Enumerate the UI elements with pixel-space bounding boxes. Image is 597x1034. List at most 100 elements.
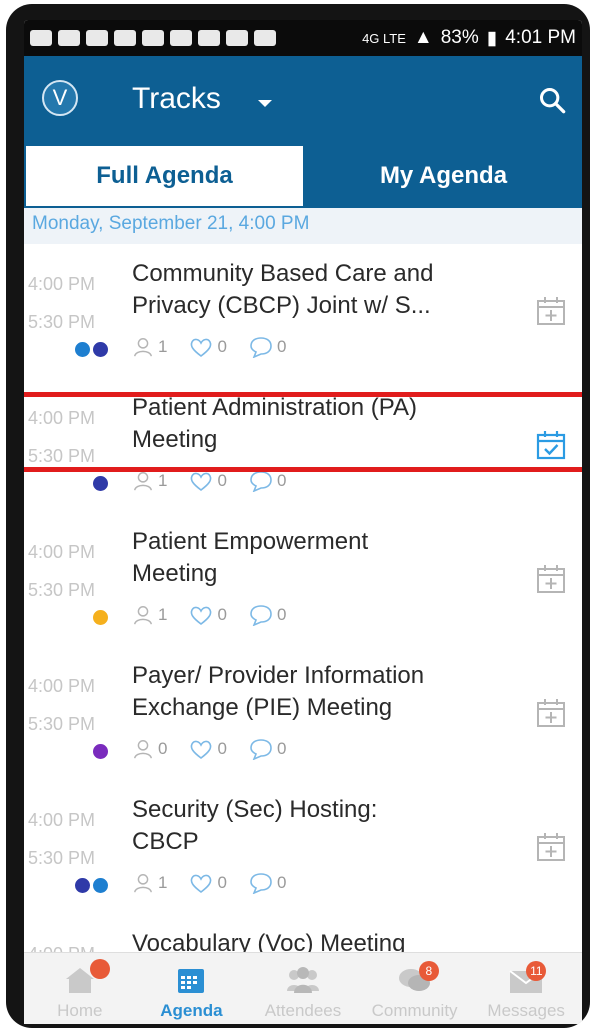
phone-frame: 4G LTE ▲ 83% ▮ 4:01 PM V Tracks Full Age… <box>6 4 590 1028</box>
screen: 4G LTE ▲ 83% ▮ 4:01 PM V Tracks Full Age… <box>24 20 582 1024</box>
heart-icon <box>191 740 212 760</box>
session-title-line: Security (Sec) Hosting: <box>132 796 378 823</box>
comments-stat[interactable]: 0 <box>249 470 286 492</box>
session-title: Security (Sec) Hosting: CBCP <box>132 794 492 858</box>
app-bar: V Tracks <box>24 56 582 144</box>
dropdown-caret-icon[interactable] <box>258 100 272 107</box>
session-stats: 1 0 0 <box>132 604 286 626</box>
session-title-line: CBCP <box>132 828 199 855</box>
comment-icon <box>250 337 272 358</box>
notification-dot <box>90 959 110 979</box>
clock: 4:01 PM <box>505 27 576 48</box>
session-item[interactable]: 4:00 PM 5:30 PM Payer/ Provider Informat… <box>24 646 582 780</box>
session-item[interactable]: 4:00 PM 5:30 PM Community Based Care and… <box>24 244 582 378</box>
comments-stat[interactable]: 0 <box>249 604 286 626</box>
likes-stat[interactable]: 0 <box>189 336 227 358</box>
comments-count: 0 <box>276 873 287 892</box>
end-time: 5:30 PM <box>28 446 96 466</box>
session-stats: 1 0 0 <box>132 336 286 358</box>
nav-label: Community <box>371 1001 458 1020</box>
session-item[interactable]: 4:00 PM 5:30 PM Security (Sec) Hosting: … <box>24 780 582 914</box>
page-title[interactable]: Tracks <box>132 82 221 116</box>
session-title: Patient Administration (PA) Meeting <box>132 392 492 456</box>
community-badge: 8 <box>418 961 439 981</box>
battery-icon: ▮ <box>486 27 498 49</box>
start-time: 4:00 PM <box>28 810 96 830</box>
likes-stat[interactable]: 0 <box>189 738 227 760</box>
add-to-calendar-icon[interactable] <box>536 296 566 326</box>
track-dots <box>72 342 108 357</box>
session-title: Community Based Care and Privacy (CBCP) … <box>132 258 492 322</box>
nav-attendees[interactable]: Attendees <box>247 953 359 1024</box>
people-icon <box>286 967 319 993</box>
session-title: Patient Empowerment Meeting <box>132 526 492 590</box>
session-title-line: Payer/ Provider Information <box>132 662 425 689</box>
attendees-count: 1 <box>158 337 168 356</box>
track-dot <box>93 476 108 491</box>
tab-full-agenda[interactable]: Full Agenda <box>24 144 305 208</box>
comments-stat[interactable]: 0 <box>249 872 286 894</box>
nav-label: Agenda <box>160 1001 223 1020</box>
nav-messages[interactable]: 11 Messages <box>470 953 582 1024</box>
heart-icon <box>191 338 212 358</box>
person-icon <box>134 874 152 893</box>
start-time: 4:00 PM <box>28 676 96 696</box>
track-dots <box>72 878 108 893</box>
notification-icon <box>226 30 248 46</box>
notification-icon <box>86 30 108 46</box>
comments-stat[interactable]: 0 <box>249 336 286 358</box>
comments-stat[interactable]: 0 <box>249 738 286 760</box>
attendees-count: 1 <box>158 605 168 624</box>
app-logo[interactable]: V <box>42 80 78 116</box>
end-time: 5:30 PM <box>28 714 96 734</box>
session-item[interactable]: 4:00 PM 5:30 PM Patient Administration (… <box>24 378 582 512</box>
likes-count: 0 <box>217 873 227 892</box>
session-stats: 1 0 0 <box>132 872 286 894</box>
session-title-line: Meeting <box>132 426 218 453</box>
attendees-stat: 1 <box>132 604 167 626</box>
likes-count: 0 <box>217 471 227 490</box>
attendees-stat: 1 <box>132 470 167 492</box>
add-to-calendar-icon[interactable] <box>536 564 566 594</box>
notification-icon <box>142 30 164 46</box>
start-time: 4:00 PM <box>28 408 96 428</box>
track-dots <box>72 476 108 491</box>
status-bar: 4G LTE ▲ 83% ▮ 4:01 PM <box>24 20 582 56</box>
search-icon[interactable] <box>538 86 566 114</box>
session-item[interactable]: 4:00 PM 5:30 PM Patient Empowerment Meet… <box>24 512 582 646</box>
track-dot <box>93 744 108 759</box>
agenda-tabs: Full Agenda My Agenda <box>24 144 582 208</box>
notification-icon <box>30 30 52 46</box>
added-to-calendar-icon[interactable] <box>536 430 566 460</box>
likes-stat[interactable]: 0 <box>189 604 227 626</box>
likes-stat[interactable]: 0 <box>189 470 227 492</box>
track-dot <box>75 342 90 357</box>
tab-my-agenda[interactable]: My Agenda <box>305 144 582 208</box>
comment-icon <box>250 605 272 626</box>
nav-agenda[interactable]: Agenda <box>136 953 248 1024</box>
track-dots <box>72 744 108 759</box>
track-dot <box>93 878 108 893</box>
start-time: 4:00 PM <box>28 274 96 294</box>
likes-stat[interactable]: 0 <box>189 872 227 894</box>
comments-count: 0 <box>276 739 287 758</box>
track-dot <box>75 878 90 893</box>
comments-count: 0 <box>276 471 287 490</box>
comment-icon <box>250 471 272 492</box>
attendees-stat: 1 <box>132 336 167 358</box>
likes-count: 0 <box>217 337 227 356</box>
nav-label: Messages <box>487 1001 565 1020</box>
session-stats: 0 0 0 <box>132 738 286 760</box>
session-title-line: Exchange (PIE) Meeting <box>132 694 393 721</box>
nav-community[interactable]: 8 Community <box>359 953 471 1024</box>
person-icon <box>134 338 152 357</box>
add-to-calendar-icon[interactable] <box>536 832 566 862</box>
add-to-calendar-icon[interactable] <box>536 698 566 728</box>
heart-icon <box>191 606 212 626</box>
session-list: 4:00 PM 5:30 PM Community Based Care and… <box>24 244 582 1024</box>
heart-icon <box>191 874 212 894</box>
session-title-line: Patient Administration (PA) <box>132 394 418 421</box>
notification-icon <box>58 30 80 46</box>
nav-home[interactable]: Home <box>24 953 136 1024</box>
attendees-stat: 0 <box>132 738 167 760</box>
